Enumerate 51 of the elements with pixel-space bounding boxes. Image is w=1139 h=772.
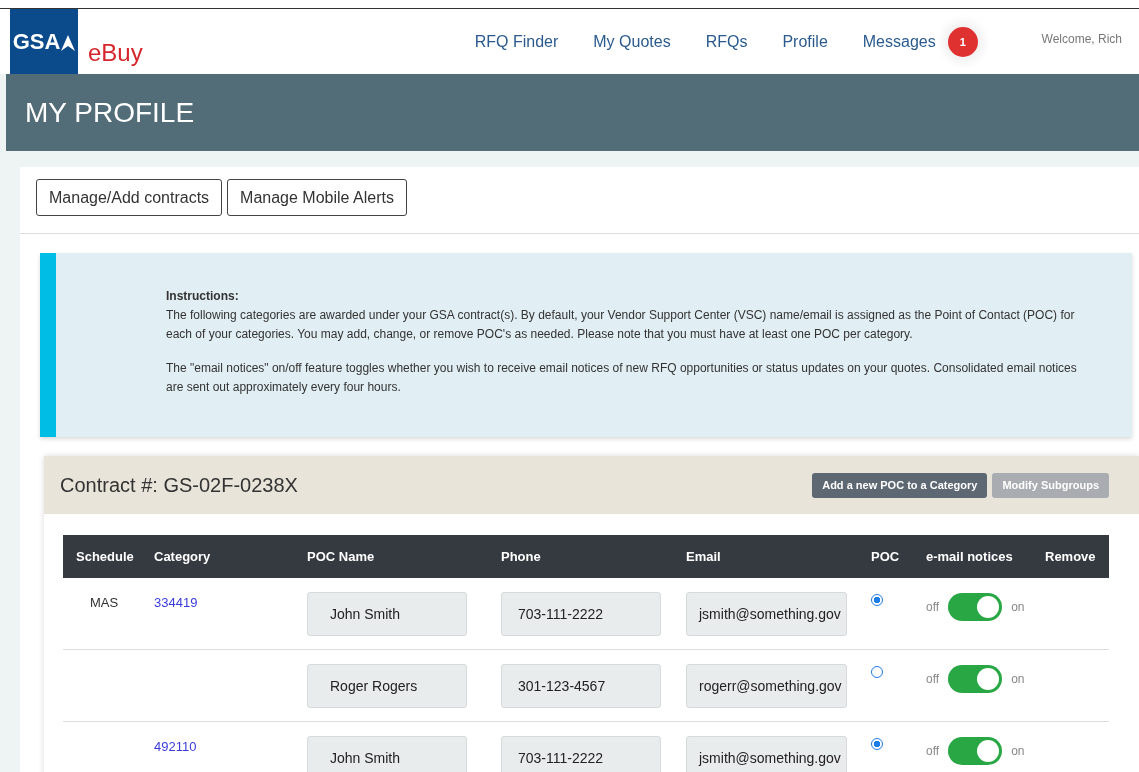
nav-link[interactable]: Profile xyxy=(782,32,828,51)
column-header: Remove xyxy=(1044,549,1097,564)
column-header: Phone xyxy=(500,549,542,564)
off-label: off xyxy=(926,744,940,758)
nav-link[interactable]: RFQ Finder xyxy=(474,32,559,51)
instructions-heading: Instructions: xyxy=(166,288,240,305)
off-label: off xyxy=(926,600,940,614)
contract-title: Contract #: GS-02F-0238X xyxy=(60,473,298,497)
poc-radio[interactable] xyxy=(871,666,883,678)
contract-button[interactable]: Add a new POC to a Category xyxy=(812,472,988,498)
name-field[interactable]: John Smith xyxy=(307,592,467,636)
toggle-switch[interactable] xyxy=(948,593,1003,621)
instructions-paragraph: The following categories are awarded under your GSA contract(s). By default, your Vendor Support Center (VSC) name/email is assigned as the Point of Contact (POC) for each of your categories. You may add, change, or remove POC's as needed. Please note that you must have at least one POC per category. xyxy=(166,307,1076,343)
column-header: Email xyxy=(685,549,722,564)
logo-text: GSA xyxy=(12,28,61,55)
name-field[interactable]: Roger Rogers xyxy=(307,664,467,708)
welcome-text: Welcome, Rich xyxy=(1041,31,1122,46)
category-link[interactable]: 492110 xyxy=(154,739,197,754)
on-label: on xyxy=(1011,744,1025,758)
email-field[interactable]: jsmith@something.gov xyxy=(686,592,847,636)
poc-radio[interactable] xyxy=(871,738,883,750)
nav-link[interactable]: RFQs xyxy=(705,32,748,51)
star-icon xyxy=(61,34,76,51)
category-link[interactable]: 334419 xyxy=(154,595,198,610)
column-header: Schedule xyxy=(75,549,135,564)
email-field[interactable]: rogerr@something.gov xyxy=(686,664,847,708)
phone-field[interactable]: 703-111-2222 xyxy=(501,736,661,772)
phone-field[interactable]: 703-111-2222 xyxy=(501,592,661,636)
toggle-switch[interactable] xyxy=(948,665,1003,693)
instructions-paragraph: The "email notices" on/off feature toggles whether you wish to receive email notices of new RFQ opportunities or status updates on your quotes. Consolidated email notices are sent out approximately every four hours. xyxy=(166,360,1078,396)
toggle-switch[interactable] xyxy=(948,737,1003,765)
phone-field[interactable]: 301-123-4567 xyxy=(501,664,661,708)
outline-button[interactable]: Manage Mobile Alerts xyxy=(227,179,407,216)
schedule-cell: MAS xyxy=(90,595,119,610)
column-header: e-mail notices xyxy=(925,549,1014,564)
page-title: MY PROFILE xyxy=(25,96,195,129)
outline-button[interactable]: Manage/Add contracts xyxy=(36,179,223,216)
email-field[interactable]: jsmith@something.gov xyxy=(686,736,847,772)
column-header: POC xyxy=(870,549,901,564)
column-header: Category xyxy=(153,549,212,564)
nav-link[interactable]: Messages xyxy=(862,32,936,51)
column-header: POC Name xyxy=(306,549,376,564)
nav-link[interactable]: My Quotes xyxy=(593,32,671,51)
name-field[interactable]: John Smith xyxy=(307,736,467,772)
gsa-logo[interactable]: GSA xyxy=(10,9,78,74)
on-label: on xyxy=(1011,672,1025,686)
off-label: off xyxy=(926,672,940,686)
notification-badge: 1 xyxy=(947,26,978,57)
on-label: on xyxy=(1011,600,1025,614)
app-name: eBuy xyxy=(88,38,143,67)
poc-radio[interactable] xyxy=(871,594,883,606)
